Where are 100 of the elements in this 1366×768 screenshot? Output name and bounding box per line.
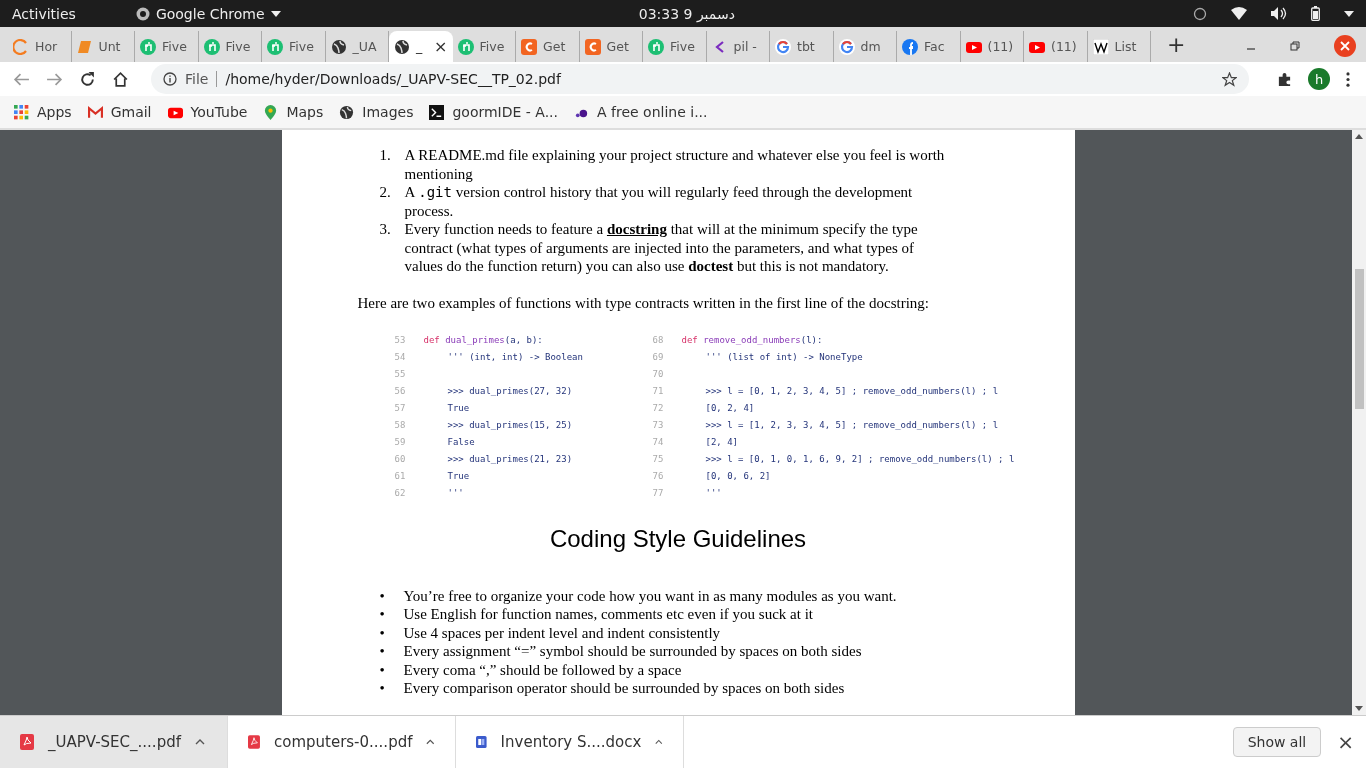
bookmark-item[interactable]: Images [339, 104, 414, 120]
app-menu-label[interactable]: Google Chrome [155, 5, 265, 22]
menu-icon[interactable] [1346, 71, 1350, 87]
bookmark-item[interactable]: Gmail [87, 104, 152, 120]
bookmark-item[interactable]: goormIDE - A... [429, 104, 558, 120]
line-number: 76 [652, 470, 665, 483]
line-number: 57 [394, 402, 407, 415]
bullet-text: Every assignment “=” symbol should be surrounded by spaces on both sides [403, 642, 862, 661]
line-number: 72 [652, 402, 665, 415]
document-icon [476, 734, 487, 750]
info-icon [163, 72, 177, 86]
code-line: False [446, 436, 475, 449]
line-number: 54 [394, 351, 407, 364]
pdf-file-icon [248, 734, 260, 750]
address-bar[interactable]: File /home/hyder/Downloads/_UAPV-SEC__TP_02.pdf [151, 64, 1249, 94]
list-item-text: Every function needs to feature a docstring that will at the minimum specify the type contract (what types of arguments are injected into the parameters, and what types of values do the function return) you can also use doctest but this is not mandatory. [404, 220, 919, 276]
line-number: 61 [394, 470, 407, 483]
download-item[interactable]: Inventory S....docx [456, 716, 684, 768]
clock[interactable]: 03:33 9 دسمبر [638, 5, 735, 22]
home-icon[interactable] [112, 70, 129, 88]
bullet-mark: • [379, 642, 386, 661]
globe-icon [339, 104, 355, 120]
line-number: 70 [652, 368, 665, 381]
paragraph-text: Here are two examples of functions with type contracts written in the first line of the docstring: [357, 293, 930, 312]
bullet-text: Every coma “,” should be followed by a space [403, 660, 682, 679]
c-logo-icon [584, 38, 601, 55]
scroll-up-icon[interactable] [1355, 134, 1363, 139]
globe-icon [394, 38, 410, 55]
code-line: >>> l = [0, 1, 0, 1, 6, 9, 2] ; remove_odd_numbers(l) ; l [704, 453, 1015, 466]
line-number: 71 [652, 385, 665, 398]
scrollbar[interactable] [1352, 130, 1366, 715]
bullet-mark: • [379, 679, 386, 698]
profile-avatar[interactable]: h [1308, 68, 1330, 90]
line-number: 74 [652, 436, 665, 449]
chat-icon[interactable] [1193, 6, 1207, 21]
reload-icon[interactable] [79, 70, 96, 88]
book-icon [76, 38, 93, 55]
close-icon[interactable] [1334, 35, 1356, 57]
bullet-text: You’re free to organize your code how you want in as many modules as you want. [403, 586, 897, 605]
c-logo-icon [521, 38, 537, 55]
activities-button[interactable]: Activities [12, 5, 76, 22]
w-logo-icon [1092, 38, 1109, 55]
list-item-text: A .git version control history that you will regularly feed through the development process. [404, 183, 914, 220]
line-number: 75 [652, 453, 665, 466]
show-all-button[interactable]: Show all [1232, 727, 1322, 757]
line-number: 59 [394, 436, 407, 449]
wifi-icon[interactable] [1231, 7, 1247, 20]
browser-tab[interactable]: _ × [389, 31, 453, 62]
download-item[interactable]: _UAPV-SEC_....pdf [0, 716, 228, 768]
globe-icon [330, 38, 347, 55]
caret-icon[interactable] [426, 739, 435, 745]
scroll-thumb[interactable] [1354, 269, 1364, 409]
code-line: >>> dual_primes(27, 32) [446, 385, 573, 398]
apps-grid-icon [14, 104, 29, 120]
bullet-mark: • [379, 660, 386, 679]
line-number: 58 [394, 419, 407, 432]
list-number: 1. [379, 146, 392, 165]
puzzle-icon[interactable] [1277, 71, 1292, 87]
caret-icon[interactable] [655, 739, 663, 745]
scroll-down-icon[interactable] [1355, 706, 1363, 711]
star-icon[interactable] [1222, 71, 1237, 87]
line-number: 62 [394, 487, 407, 500]
line-number: 55 [394, 368, 407, 381]
caret-icon[interactable] [194, 739, 205, 745]
restore-icon[interactable] [1290, 41, 1300, 51]
code-line: ''' (list of int) -> NoneType [704, 351, 863, 364]
code-line: [0, 0, 6, 2] [704, 470, 771, 483]
bookmark-item[interactable]: Maps [263, 104, 324, 120]
line-number: 60 [394, 453, 407, 466]
code-line: >>> dual_primes(21, 23) [446, 453, 573, 466]
code-line: >>> dual_primes(15, 25) [446, 419, 573, 432]
code-line: True [446, 470, 470, 483]
terminal-icon [429, 104, 445, 120]
bookmark-item[interactable]: YouTube [167, 104, 248, 120]
bookmark-item[interactable]: A free online i... [574, 104, 708, 120]
code-line: [0, 2, 4] [704, 402, 755, 415]
pdf-file-icon [20, 734, 34, 750]
map-pin-icon [263, 104, 279, 120]
battery-icon[interactable] [1311, 6, 1320, 21]
scheme-label: File [185, 71, 218, 87]
code-line: [2, 4] [704, 436, 738, 449]
bullet-text: Use 4 spaces per indent level and indent consistently [403, 623, 721, 642]
close-tab-button[interactable]: × [434, 37, 448, 56]
bullet-mark: • [379, 605, 386, 624]
code-line: >>> l = [0, 1, 2, 3, 4, 5] ; remove_odd_numbers(l) ; l [704, 385, 999, 398]
line-number: 68 [652, 334, 665, 347]
code-line: ''' [446, 487, 464, 500]
dropdown-icon[interactable] [1344, 10, 1354, 17]
bookmark-item[interactable]: Apps [14, 104, 72, 120]
line-number: 53 [394, 334, 407, 347]
bullet-text: Every comparison operator should be surrounded by spaces on both sides [403, 679, 845, 698]
code-line: ''' [704, 487, 722, 500]
volume-icon[interactable] [1271, 7, 1287, 20]
bullet-mark: • [379, 586, 386, 605]
code-line: True [446, 402, 470, 415]
download-item[interactable]: computers-0....pdf [228, 716, 456, 768]
close-button[interactable]: × [1337, 730, 1354, 754]
list-number: 3. [379, 220, 392, 239]
new-tab-button[interactable]: + [1167, 32, 1186, 58]
bullet-text: Use English for function names, comments etc even if you suck at it [403, 605, 813, 624]
